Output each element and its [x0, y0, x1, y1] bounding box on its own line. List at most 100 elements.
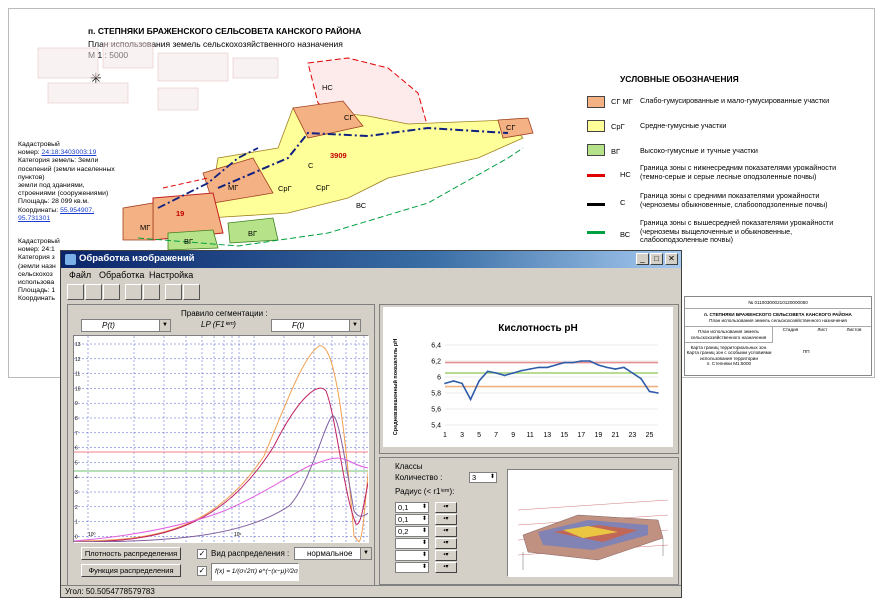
zone-label: 19 — [176, 209, 184, 218]
chart-xtick: 13 — [543, 432, 551, 439]
menu-file[interactable]: Файл — [69, 270, 91, 280]
chart-ytick: 6 — [437, 375, 441, 382]
maximize-icon[interactable]: □ — [650, 253, 663, 265]
image-processing-window: Обработка изображений _ □ ✕ Файл Обработ… — [60, 250, 682, 598]
color-picker-button[interactable]: ▪▾ — [435, 550, 457, 561]
dist-ytick: 4 — [75, 475, 78, 481]
color-picker-button[interactable]: ▪▾ — [435, 562, 457, 573]
zone-label: ВС — [356, 201, 367, 210]
legend-swatch — [587, 120, 605, 132]
distribution-function-button[interactable]: Функция распределения — [81, 564, 181, 577]
legend-line — [587, 203, 605, 206]
toolbar-edit-icon[interactable] — [143, 284, 160, 300]
legend-swatch — [587, 96, 605, 108]
toolbar-image-icon[interactable] — [85, 284, 102, 300]
radius-stepper[interactable]: 0,2 ⬍ — [395, 526, 429, 537]
radius-label: Радиус (< r1ⁱᵉᵐ): — [395, 487, 455, 496]
dist-ytick: 7 — [75, 431, 78, 437]
chart-ytick: 5,8 — [431, 391, 441, 398]
formula-checkbox[interactable]: ✓ — [197, 566, 207, 576]
dist-ytick: 1 — [75, 520, 78, 526]
chart-point — [597, 364, 600, 366]
legend-line — [587, 174, 605, 177]
zone-label: ВГ — [184, 237, 193, 246]
legend-text: Граница зоны с средними показателями уро… — [640, 191, 828, 209]
close-icon[interactable]: ✕ — [665, 253, 678, 265]
menu-settings[interactable]: Настройка — [149, 270, 193, 280]
toolbar-open-icon[interactable] — [67, 284, 84, 300]
chart-point — [554, 364, 557, 366]
chart-point — [657, 392, 659, 394]
dist-type-label: Вид распределения : — [211, 549, 290, 558]
legend-text: Высоко-гумусные и тучные участки — [640, 146, 758, 155]
cadastral-link[interactable]: 24:18:3403003:19 — [42, 149, 97, 156]
chart-point — [614, 368, 617, 370]
chart-xtick: 15 — [560, 432, 568, 439]
chart-point — [503, 374, 506, 377]
chart-xtick: 25 — [646, 432, 654, 439]
chart-point — [606, 366, 608, 369]
chart-point — [444, 382, 446, 385]
chart-point — [623, 366, 625, 369]
dist-type-checkbox[interactable]: ✓ — [197, 549, 207, 559]
dist-ytick: 10 — [75, 386, 81, 392]
chart-ytick: 5,4 — [431, 423, 441, 430]
count-stepper[interactable]: 3 ⬍ — [469, 472, 497, 483]
toolbar-layers-icon[interactable] — [125, 284, 142, 300]
chart-xtick: 21 — [612, 432, 620, 439]
chart-point — [572, 361, 574, 364]
dist-ytick: 6 — [75, 446, 78, 452]
cadastral-info-1: Кадастровый номер: 24:18:3403003:19 Кате… — [18, 141, 115, 222]
left-function-select[interactable]: P(t) ▼ — [81, 319, 171, 332]
chart-ytick: 6,4 — [431, 343, 441, 350]
legend-title: УСЛОВНЫЕ ОБОЗНАЧЕНИЯ — [620, 74, 739, 84]
minimize-icon[interactable]: _ — [636, 253, 649, 265]
distribution-plot: 131211109876543210 10⁰ 10¹ — [73, 335, 369, 543]
menu-processing[interactable]: Обработка — [99, 270, 144, 280]
color-picker-button[interactable]: ▪▾ — [435, 514, 457, 525]
right-function-select[interactable]: F(t) ▼ — [271, 319, 361, 332]
zone-label: 3909 — [330, 151, 347, 160]
chart-point — [486, 370, 489, 373]
toolbar-chart-icon[interactable] — [165, 284, 182, 300]
radius-stepper[interactable]: 0,1 ⬍ — [395, 514, 429, 525]
dist-type-select[interactable]: нормальное ▼ — [294, 547, 372, 560]
legend-text: Средне-гумусные участки — [640, 121, 727, 130]
chart-point — [495, 372, 497, 374]
color-picker-button[interactable]: ▪▾ — [435, 538, 457, 549]
dist-ytick: 5 — [75, 460, 78, 466]
color-picker-button[interactable]: ▪▾ — [435, 502, 457, 513]
toolbar-settings-icon[interactable] — [183, 284, 200, 300]
zone-label: МГ — [228, 183, 238, 192]
color-picker-button[interactable]: ▪▾ — [435, 526, 457, 537]
chart-point — [580, 360, 583, 362]
chart-point — [589, 360, 591, 362]
cadastral-info-2: Кадастровый номер: 24:1 Категория з (зем… — [18, 238, 60, 303]
chart-point — [512, 372, 514, 374]
chart-xtick: 17 — [577, 432, 585, 439]
legend-line — [587, 231, 605, 234]
zone-label: СрГ — [278, 184, 292, 193]
zone-label: СГ — [344, 113, 353, 122]
classes-label: Классы — [395, 462, 423, 471]
toolbar-print-icon[interactable] — [103, 284, 120, 300]
density-button[interactable]: Плотность распределения — [81, 547, 181, 560]
legend-text: Граница зоны с нижнесредним показателями… — [640, 163, 837, 181]
chart-point — [461, 382, 463, 385]
zone-label: СрГ — [316, 183, 330, 192]
legend-code: ВС — [620, 230, 631, 239]
radius-stepper[interactable]: ⬍ — [395, 538, 429, 549]
chart-point — [648, 390, 651, 393]
radius-stepper[interactable]: ⬍ — [395, 562, 429, 573]
radius-stepper[interactable]: ⬍ — [395, 550, 429, 561]
chart-title: Кислотность pH — [498, 323, 578, 334]
chart-ytick: 6,2 — [431, 359, 441, 366]
chart-point — [469, 398, 472, 401]
chart-point — [631, 372, 634, 374]
legend-swatch — [587, 144, 605, 156]
chart-point — [563, 361, 566, 364]
chart-point — [537, 366, 540, 369]
count-label: Количество : — [395, 473, 443, 482]
radius-stepper[interactable]: 0,1 ⬍ — [395, 502, 429, 513]
segmentation-label: Правило сегментации : — [181, 309, 268, 318]
